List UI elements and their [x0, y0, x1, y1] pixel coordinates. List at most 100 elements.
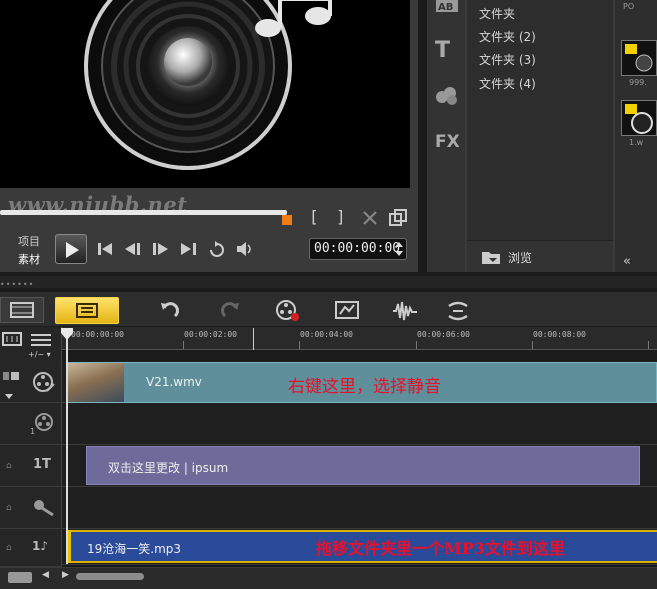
- mark-out-button[interactable]: ]: [336, 207, 346, 226]
- video-file-icon: [625, 104, 653, 134]
- scissors-icon[interactable]: [362, 210, 378, 226]
- overlay-track-icon: [35, 413, 53, 431]
- preview-video-area: [0, 0, 410, 188]
- video-track-header: [0, 361, 62, 403]
- play-icon: [66, 242, 79, 258]
- storyboard-view-button[interactable]: [0, 297, 44, 323]
- splitter-grip[interactable]: ••••••: [0, 280, 34, 289]
- voice-track-icon: [34, 500, 54, 517]
- panel-splitter[interactable]: [0, 276, 657, 288]
- fit-project-button[interactable]: [8, 572, 32, 583]
- thumbnail-label: 1.w: [629, 138, 644, 147]
- music-track-header: ⌂ 1♪: [0, 529, 62, 567]
- transition-icon[interactable]: AB: [435, 0, 459, 14]
- library-thumbnails: PO 999. 1.w: [615, 0, 657, 272]
- browse-label: 浏览: [508, 251, 533, 265]
- zoom-control[interactable]: +/− ▾: [28, 350, 51, 359]
- video-track-icon: [33, 372, 55, 392]
- preview-panel: www.niubb.net: [0, 0, 418, 272]
- ruler-tick-label: 00:00:04:00: [300, 330, 353, 339]
- play-button[interactable]: [55, 234, 87, 264]
- scroll-left-button[interactable]: ◀: [42, 570, 49, 580]
- ruler-tick-label: 00:00:06:00: [417, 330, 470, 339]
- ruler-tick: [416, 341, 417, 349]
- clip-mode-label[interactable]: 素材: [18, 251, 40, 267]
- go-to-end-icon[interactable]: [180, 241, 198, 257]
- library-thumbnail[interactable]: [621, 40, 657, 76]
- folder-item[interactable]: 文件夹 (2): [479, 28, 536, 45]
- auto-music-icon[interactable]: [445, 300, 471, 322]
- playhead-line[interactable]: [66, 329, 68, 564]
- browse-button[interactable]: 浏览: [467, 240, 613, 272]
- playback-scrubber[interactable]: [0, 210, 287, 215]
- video-clip-thumbnail: [68, 363, 124, 402]
- folder-item[interactable]: 文件夹 (3): [479, 51, 536, 68]
- playhead-handle-icon[interactable]: [60, 327, 74, 341]
- go-to-start-icon[interactable]: [97, 241, 113, 257]
- annotation-drag-mp3: 拖移文件夹里一个MP3文件到这里: [316, 539, 565, 558]
- track-manager-icon[interactable]: [2, 332, 22, 346]
- title-track-icon: 1T: [33, 457, 51, 472]
- title-icon[interactable]: T: [435, 38, 450, 63]
- audio-file-icon: [625, 44, 653, 72]
- library-thumbnail[interactable]: [621, 100, 657, 136]
- volume-icon[interactable]: [236, 241, 254, 257]
- music-clip-name: 19沧海一笑.mp3: [87, 542, 182, 556]
- lock-icon[interactable]: ⌂: [6, 461, 12, 471]
- ruler-tick: [183, 341, 184, 349]
- scroll-right-button[interactable]: ▶: [62, 570, 69, 580]
- speaker-artwork: [84, 0, 332, 170]
- horizontal-scrollbar-thumb[interactable]: [76, 573, 144, 580]
- chapter-list-icon[interactable]: [30, 333, 52, 347]
- title-clip[interactable]: 双击这里更改 | ipsum: [86, 446, 640, 485]
- thumbnail-label: PO: [623, 2, 635, 11]
- ruler-tick: [299, 341, 300, 349]
- lock-icon[interactable]: ⌂: [6, 503, 12, 513]
- overlay-track-number: 1: [30, 427, 36, 436]
- overlay-track[interactable]: [62, 403, 657, 445]
- timeline-view-icon: [76, 303, 98, 318]
- scrubber-handle[interactable]: [282, 215, 292, 225]
- timecode-spinner-icon[interactable]: [394, 240, 404, 258]
- mark-in-button[interactable]: [: [309, 207, 319, 226]
- music-track-icon: 1♪: [32, 539, 49, 553]
- library-category-tabs: AB T FX: [427, 0, 465, 272]
- overlay-track-header: 1: [0, 403, 62, 445]
- project-mode-label[interactable]: 项目: [18, 233, 40, 249]
- redo-icon[interactable]: [220, 300, 240, 320]
- library-folder-list: 文件夹 文件夹 (2) 文件夹 (3) 文件夹 (4): [467, 0, 613, 272]
- storyboard-view-icon: [10, 302, 34, 318]
- ruler-tick-label: 00:00:08:00: [533, 330, 586, 339]
- repeat-icon[interactable]: [208, 241, 226, 257]
- audio-waveform-icon[interactable]: [392, 300, 418, 322]
- filter-icon[interactable]: FX: [435, 132, 460, 152]
- browse-folder-icon: [482, 252, 500, 264]
- title-track-header: ⌂ 1T: [0, 445, 62, 487]
- ruler-tick-label: 00:00:00:00: [71, 330, 124, 339]
- svg-text:AB: AB: [438, 2, 453, 13]
- lock-icon[interactable]: ⌂: [6, 543, 12, 553]
- annotation-mute: 右键这里，选择静音: [288, 377, 441, 397]
- title-clip-text: 双击这里更改 | ipsum: [108, 461, 229, 475]
- ruler-tick-label: 00:00:02:00: [184, 330, 237, 339]
- mixer-icon[interactable]: [335, 300, 359, 320]
- library-panel: AB T FX 文件夹 文件夹 (2) 文件夹 (3) 文件夹 (4) 浏览 P…: [427, 0, 657, 272]
- enlarge-preview-icon[interactable]: [389, 209, 407, 227]
- collapse-library-button[interactable]: «: [615, 254, 639, 272]
- ruler-tick: [532, 341, 533, 349]
- timecode-display[interactable]: 00:00:00:00: [309, 238, 407, 260]
- graphics-icon[interactable]: [435, 86, 459, 106]
- video-clip-name: V21.wmv: [146, 375, 202, 389]
- track-headers: 1 ⌂ 1T ⌂ ⌂ 1♪: [0, 327, 62, 567]
- thumbnail-label: 999.: [629, 78, 647, 87]
- folder-item[interactable]: 文件夹: [479, 5, 515, 22]
- voice-track[interactable]: [62, 487, 657, 529]
- ruler-hover-line: [253, 328, 254, 350]
- voice-track-header: ⌂: [0, 487, 62, 529]
- record-capture-icon[interactable]: [276, 300, 300, 322]
- next-frame-icon[interactable]: [152, 241, 170, 257]
- timeline-view-button[interactable]: [55, 297, 119, 324]
- folder-item[interactable]: 文件夹 (4): [479, 75, 536, 92]
- undo-icon[interactable]: [160, 300, 180, 320]
- previous-frame-icon[interactable]: [124, 241, 142, 257]
